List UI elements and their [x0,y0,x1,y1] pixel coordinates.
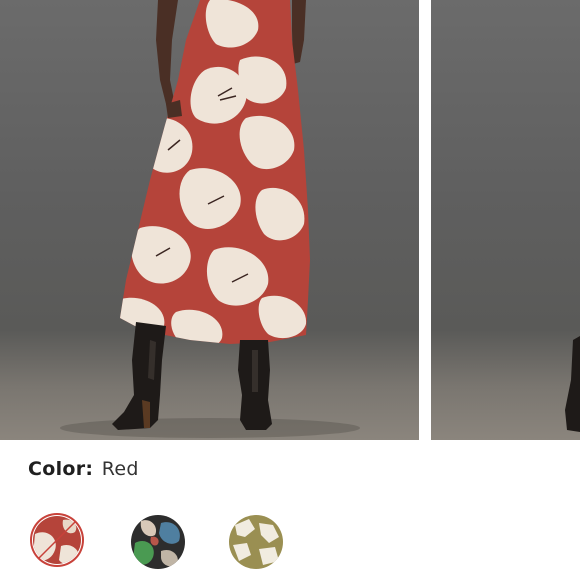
olive-print-swatch-icon [229,515,283,569]
product-image-carousel[interactable] [0,0,580,440]
red-floral-swatch-icon [33,516,81,564]
next-image-preview [565,336,580,432]
color-label: Color: [28,458,94,480]
product-photo-main[interactable] [0,0,419,440]
dark-floral-swatch-icon [131,515,185,569]
selected-color-value: Red [101,458,139,480]
color-swatch-red[interactable] [30,513,84,567]
color-swatch-dark-floral[interactable] [131,515,185,569]
dress-model-image [60,0,360,438]
color-selector-label: Color: Red [28,458,139,480]
product-photo-next[interactable] [431,0,580,440]
color-swatch-olive[interactable] [229,515,283,569]
